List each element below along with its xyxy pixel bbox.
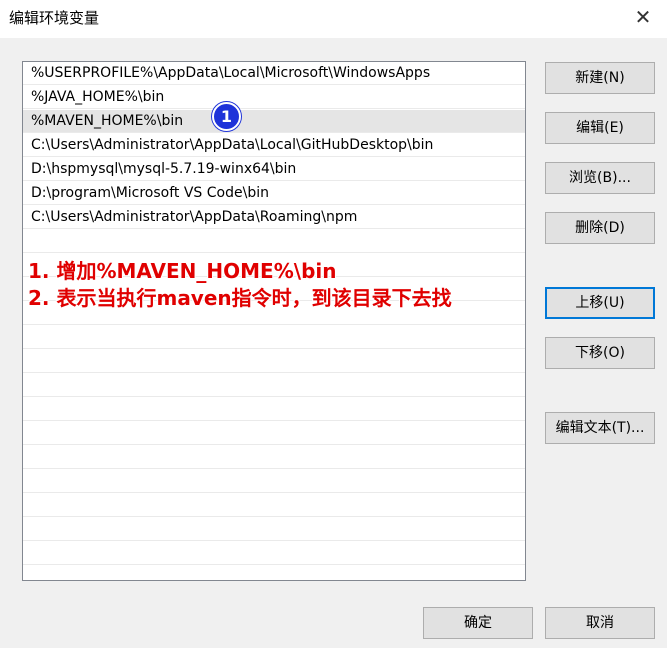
empty-row[interactable] [23, 542, 525, 565]
step-number-badge: 1 [212, 102, 241, 131]
empty-row[interactable] [23, 230, 525, 253]
close-icon[interactable]: ✕ [629, 4, 657, 30]
list-item[interactable]: %USERPROFILE%\AppData\Local\Microsoft\Wi… [23, 62, 525, 85]
move-up-button[interactable]: 上移(U) [545, 287, 655, 319]
empty-row[interactable] [23, 350, 525, 373]
window-title: 编辑环境变量 [9, 9, 100, 27]
move-down-button[interactable]: 下移(O) [545, 337, 655, 369]
list-item-selected[interactable]: %MAVEN_HOME%\bin [23, 110, 525, 133]
cancel-button[interactable]: 取消 [545, 607, 655, 639]
ok-button[interactable]: 确定 [423, 607, 533, 639]
empty-row[interactable] [23, 398, 525, 421]
empty-row[interactable] [23, 374, 525, 397]
list-item[interactable]: C:\Users\Administrator\AppData\Local\Git… [23, 134, 525, 157]
empty-row[interactable] [23, 422, 525, 445]
empty-row[interactable] [23, 326, 525, 349]
empty-row[interactable] [23, 446, 525, 469]
edit-text-button[interactable]: 编辑文本(T)... [545, 412, 655, 444]
empty-row[interactable] [23, 494, 525, 517]
list-item[interactable]: D:\program\Microsoft VS Code\bin [23, 182, 525, 205]
edit-button[interactable]: 编辑(E) [545, 112, 655, 144]
list-item[interactable]: %JAVA_HOME%\bin [23, 86, 525, 109]
path-list[interactable]: %USERPROFILE%\AppData\Local\Microsoft\Wi… [22, 61, 526, 581]
delete-button[interactable]: 删除(D) [545, 212, 655, 244]
empty-row[interactable] [23, 518, 525, 541]
annotation-line-1: 1. 增加%MAVEN_HOME%\bin [28, 259, 337, 283]
new-button[interactable]: 新建(N) [545, 62, 655, 94]
list-item[interactable]: D:\hspmysql\mysql-5.7.19-winx64\bin [23, 158, 525, 181]
list-item[interactable]: C:\Users\Administrator\AppData\Roaming\n… [23, 206, 525, 229]
annotation-line-2: 2. 表示当执行maven指令时，到该目录下去找 [28, 286, 452, 310]
empty-row[interactable] [23, 470, 525, 493]
title-bar: 编辑环境变量 ✕ [0, 0, 667, 38]
browse-button[interactable]: 浏览(B)... [545, 162, 655, 194]
